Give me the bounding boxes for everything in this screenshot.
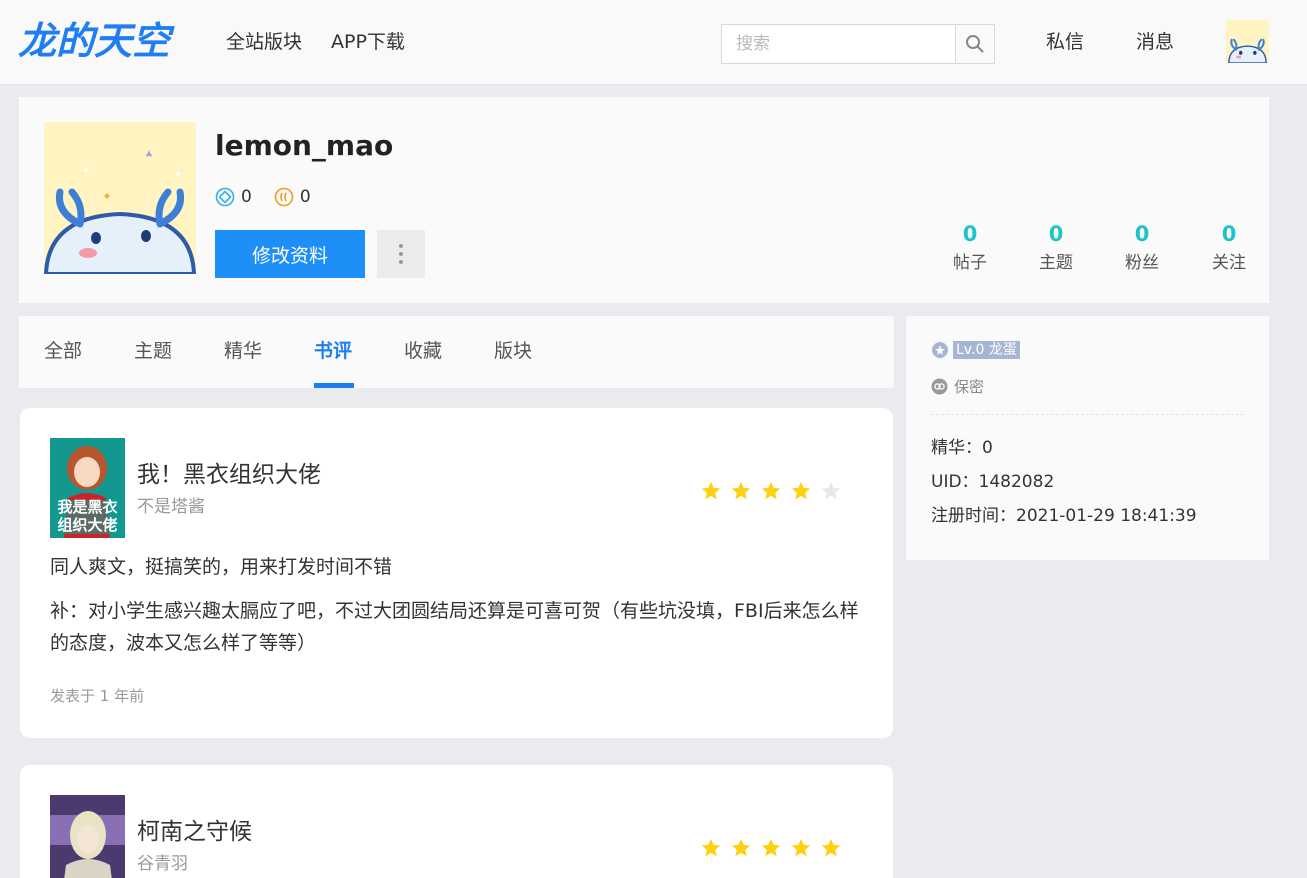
star-filled-icon	[701, 838, 721, 857]
star-filled-icon	[731, 838, 751, 857]
book-title[interactable]: 我！黑衣组织大佬	[137, 460, 321, 490]
elite-count: 精华：0	[931, 438, 993, 458]
stat-posts[interactable]: 0 帖子	[940, 220, 1000, 276]
user-info-sidebar: Lv.0 龙蛋 保密 精华：0 UID：1482082 注册时间：2021-01…	[906, 316, 1269, 560]
search-icon	[966, 35, 984, 53]
level-text: Lv.0 龙蛋	[953, 341, 1020, 359]
tab-book-reviews[interactable]: 书评	[314, 338, 352, 364]
star-filled-icon	[821, 838, 841, 857]
review-card: 我是黑衣组织大佬 我！黑衣组织大佬 不是塔酱 同人爽文，挺搞笑的，用来打发时间不…	[20, 408, 893, 738]
star-filled-icon	[761, 481, 781, 500]
registration-time: 注册时间：2021-01-29 18:41:39	[931, 506, 1197, 526]
stat-fans-count: 0	[1134, 222, 1150, 246]
book-cover-image	[50, 795, 125, 878]
profile-tabs: 全部 主题 精华 书评 收藏 版块	[19, 316, 894, 388]
stat-fans[interactable]: 0 粉丝	[1112, 220, 1172, 276]
book-author[interactable]: 谷青羽	[137, 853, 188, 875]
gender-icon	[931, 378, 948, 395]
notifications-link[interactable]: 消息	[1136, 30, 1174, 54]
stat-topics-label: 主题	[1039, 253, 1073, 273]
star-filled-icon	[701, 481, 721, 500]
tab-topics[interactable]: 主题	[134, 338, 172, 364]
profile-card: lemon_mao 0 0 修改资料 0 帖子 0 主题 0 粉丝 0 关注	[19, 97, 1269, 303]
stat-following[interactable]: 0 关注	[1199, 220, 1259, 276]
site-logo[interactable]: 龙的天空	[18, 18, 170, 64]
coin-count: 0	[299, 187, 311, 207]
active-tab-indicator	[314, 383, 354, 388]
tab-elite[interactable]: 精华	[224, 338, 262, 364]
stat-posts-count: 0	[962, 222, 978, 246]
star-filled-icon	[791, 838, 811, 857]
stat-fans-label: 粉丝	[1125, 253, 1159, 273]
more-options-button[interactable]	[377, 230, 425, 278]
review-paragraph: 同人爽文，挺搞笑的，用来打发时间不错	[50, 556, 393, 578]
level-badge: Lv.0 龙蛋	[931, 341, 1020, 359]
star-filled-icon	[731, 481, 751, 500]
sidebar-divider	[931, 414, 1244, 415]
tab-all[interactable]: 全部	[44, 338, 82, 364]
user-uid: UID：1482082	[931, 472, 1055, 492]
coin-currency: 0	[274, 187, 311, 207]
rating-stars	[700, 480, 850, 502]
diamond-icon	[215, 187, 235, 207]
diamond-currency: 0	[215, 187, 252, 207]
star-empty-icon	[821, 481, 841, 500]
book-title[interactable]: 柯南之守候	[137, 817, 252, 847]
tab-boards[interactable]: 版块	[494, 338, 532, 364]
stat-following-count: 0	[1221, 222, 1237, 246]
profile-username: lemon_mao	[215, 129, 394, 162]
review-card: 柯南之守候 谷青羽	[20, 765, 893, 878]
star-filled-icon	[791, 481, 811, 500]
level-icon	[932, 342, 948, 358]
diamond-count: 0	[241, 187, 252, 207]
review-paragraph: 补：对小学生感兴趣太膈应了吧，不过大团圆结局还算是可喜可贺（有些坑没填，FBI后…	[50, 600, 859, 654]
more-dots-icon	[399, 244, 403, 248]
edit-profile-button[interactable]: 修改资料	[215, 230, 365, 278]
user-avatar[interactable]	[1226, 20, 1269, 63]
stat-following-label: 关注	[1212, 253, 1246, 273]
nav-all-boards[interactable]: 全站版块	[226, 30, 302, 54]
search-box	[721, 24, 995, 64]
privacy-text: 保密	[954, 378, 985, 396]
stat-topics[interactable]: 0 主题	[1026, 220, 1086, 276]
dragon-avatar-icon	[1226, 20, 1269, 63]
book-cover[interactable]: 我是黑衣组织大佬	[50, 438, 125, 538]
profile-avatar[interactable]	[44, 122, 196, 274]
book-author[interactable]: 不是塔酱	[137, 496, 205, 518]
review-timestamp: 发表于 1 年前	[50, 687, 145, 705]
dragon-avatar-icon	[44, 122, 196, 274]
private-messages-link[interactable]: 私信	[1046, 30, 1084, 54]
book-cover[interactable]	[50, 795, 125, 878]
stat-posts-label: 帖子	[953, 253, 987, 273]
book-cover-title: 我是黑衣组织大佬	[57, 498, 118, 534]
stat-topics-count: 0	[1048, 222, 1064, 246]
tab-favorites[interactable]: 收藏	[404, 338, 442, 364]
nav-app-download[interactable]: APP下载	[331, 30, 405, 54]
star-filled-icon	[761, 838, 781, 857]
top-navigation-bar: 龙的天空 全站版块 APP下载 私信 消息	[0, 0, 1307, 85]
search-input[interactable]	[722, 25, 956, 63]
currency-row: 0 0	[215, 187, 333, 207]
rating-stars	[700, 837, 850, 859]
search-button[interactable]	[955, 25, 994, 63]
gender-privacy: 保密	[931, 376, 984, 397]
coin-icon	[274, 187, 294, 207]
